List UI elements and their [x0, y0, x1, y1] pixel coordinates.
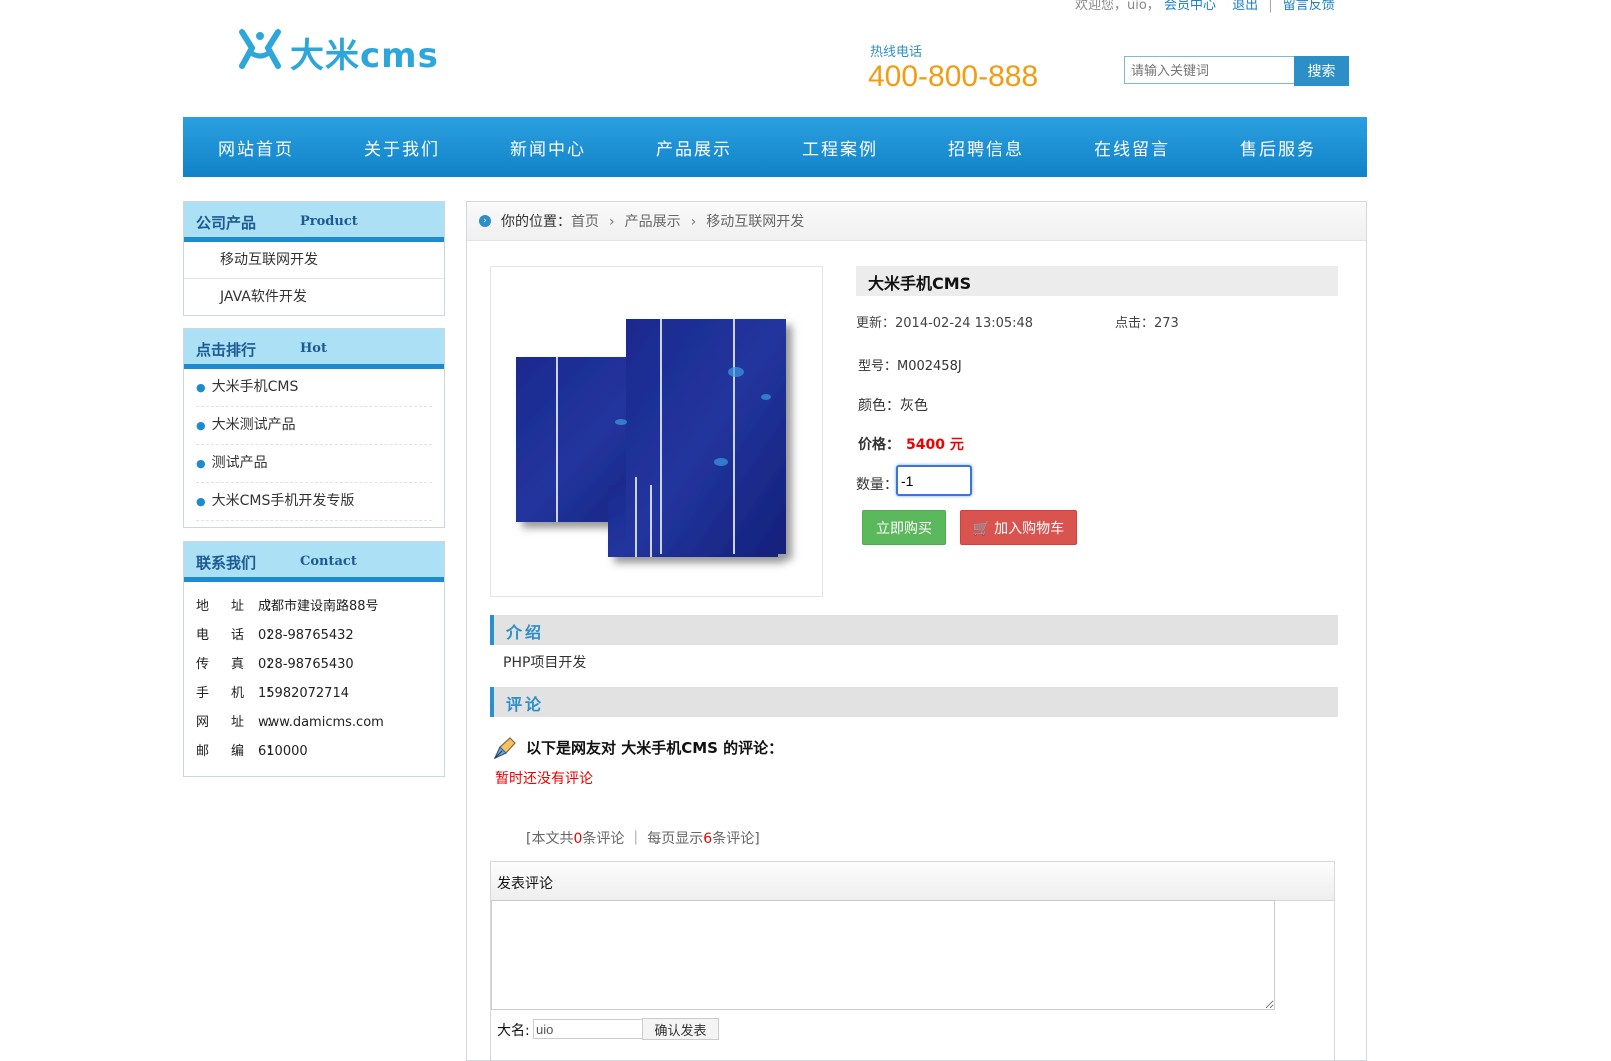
- product-hits: 点击：273: [1115, 316, 1179, 331]
- chevron-right-icon: ›: [690, 214, 697, 230]
- nav-cases[interactable]: 工程案例: [767, 135, 913, 160]
- product-image[interactable]: [491, 267, 822, 596]
- nav-news[interactable]: 新闻中心: [475, 135, 621, 160]
- product-model: 型号：M002458J: [858, 359, 962, 374]
- breadcrumb-home[interactable]: 首页: [571, 214, 599, 230]
- sidebar-products-header: 公司产品 Product: [184, 202, 444, 242]
- nav-message[interactable]: 在线留言: [1059, 135, 1205, 160]
- submit-comment-button[interactable]: 确认发表: [642, 1018, 719, 1040]
- comment-stats: [本文共0条评论 ｜ 每页显示6条评论]: [526, 831, 760, 847]
- logo-text[interactable]: 大米cms: [290, 28, 439, 77]
- bullet-icon: ●: [196, 381, 206, 394]
- comments-section-bar: 评论: [490, 687, 1338, 717]
- breadcrumb-category[interactable]: 移动互联网开发: [706, 214, 804, 230]
- add-to-cart-button[interactable]: 🛒 加入购物车: [960, 510, 1077, 545]
- nav-service[interactable]: 售后服务: [1205, 135, 1351, 160]
- cart-icon: 🛒: [972, 519, 991, 536]
- sidebar-product-item[interactable]: JAVA软件开发: [184, 279, 444, 315]
- chevron-right-icon: ›: [609, 214, 615, 230]
- sidebar-contact-title-en: Contact: [300, 554, 357, 569]
- sidebar-contact-header: 联系我们 Contact: [184, 542, 444, 582]
- hot-item-label[interactable]: 大米手机CMS: [212, 379, 299, 395]
- hot-list-item[interactable]: ● 大米测试产品: [196, 407, 432, 445]
- circle-arrow-icon: ›: [479, 215, 491, 227]
- product-update-time: 更新：2014-02-24 13:05:48: [856, 316, 1034, 331]
- sidebar-hot-title-en: Hot: [300, 341, 327, 356]
- logo-icon: [239, 29, 281, 69]
- product-color: 颜色：灰色: [858, 398, 928, 414]
- welcome-text: 欢迎您，uio，: [1075, 0, 1160, 13]
- comment-textarea[interactable]: [491, 900, 1275, 1010]
- nav-jobs[interactable]: 招聘信息: [913, 135, 1059, 160]
- bullet-icon: ●: [196, 495, 206, 508]
- feedback-link[interactable]: 留言反馈: [1283, 0, 1335, 13]
- contact-mobile: 手机：15982072714: [196, 686, 349, 701]
- product-title: 大米手机CMS: [868, 274, 972, 293]
- sidebar-products: 公司产品 Product 移动互联网开发 JAVA软件开发: [183, 201, 445, 316]
- contact-website: 网址：www.damicms.com: [196, 715, 384, 730]
- intro-heading: 介绍: [506, 623, 545, 642]
- sidebar-hot: 点击排行 Hot ● 大米手机CMS ● 大米测试产品 ● 测试产品 ● 大米CMS手机…: [183, 328, 445, 528]
- sidebar-hot-title: 点击排行: [196, 341, 257, 359]
- logout-link[interactable]: 退出: [1232, 0, 1258, 13]
- hot-list-item[interactable]: ● 大米手机CMS: [196, 369, 432, 407]
- sidebar-contact: 联系我们 Contact 地址：成都市建设南路88号 电话：028-987654…: [183, 541, 445, 777]
- contact-fax: 传真：028-98765430: [196, 657, 354, 672]
- hotline-label: 热线电话: [870, 45, 923, 60]
- name-label: 大名:: [497, 1023, 530, 1039]
- quantity-label: 数量：: [856, 477, 898, 493]
- search-button[interactable]: 搜索: [1294, 56, 1349, 86]
- divider: |: [1268, 0, 1273, 13]
- hot-item-label[interactable]: 大米CMS手机开发专版: [212, 493, 355, 509]
- comment-form-title: 发表评论: [497, 876, 553, 892]
- contact-postcode: 邮编：610000: [196, 744, 308, 759]
- contact-address: 地址：成都市建设南路88号: [196, 599, 379, 614]
- main-nav: 网站首页 关于我们 新闻中心 产品展示 工程案例 招聘信息 在线留言 售后服务: [183, 117, 1367, 177]
- breadcrumb-products[interactable]: 产品展示: [625, 214, 681, 230]
- intro-text: PHP项目开发: [503, 655, 587, 671]
- hot-list-item[interactable]: ● 大米CMS手机开发专版: [196, 483, 432, 521]
- comments-title: 以下是网友对 大米手机CMS 的评论：: [526, 739, 784, 757]
- add-to-cart-label: 加入购物车: [994, 519, 1065, 536]
- hot-item-label[interactable]: 测试产品: [212, 455, 268, 471]
- bullet-icon: ●: [196, 457, 206, 470]
- nav-about[interactable]: 关于我们: [329, 135, 475, 160]
- buy-now-button[interactable]: 立即购买: [862, 510, 946, 545]
- product-price: 5400 元: [906, 437, 964, 453]
- comments-per-page: 6: [703, 831, 713, 847]
- hot-list-item[interactable]: ● 测试产品: [196, 445, 432, 483]
- product-image-frame: [490, 266, 823, 597]
- sidebar-product-item[interactable]: 移动互联网开发: [184, 242, 444, 279]
- sidebar-products-title-en: Product: [300, 214, 358, 229]
- top-bar: 欢迎您，uio， 会员中心 退出 | 留言反馈: [1075, 0, 1335, 13]
- breadcrumb-label: 你的位置：: [501, 214, 571, 230]
- no-comments-text: 暂时还没有评论: [495, 771, 593, 787]
- sidebar-contact-title: 联系我们: [196, 554, 257, 572]
- intro-section-bar: 介绍: [490, 615, 1338, 645]
- bullet-icon: ●: [196, 419, 206, 432]
- product-price-label: 价格：: [858, 437, 900, 453]
- name-input[interactable]: [533, 1019, 643, 1039]
- comment-form-header: [491, 862, 1334, 901]
- quantity-input[interactable]: [896, 465, 972, 496]
- pen-icon: [493, 737, 516, 760]
- sidebar-products-title: 公司产品: [196, 214, 257, 232]
- sidebar-hot-header: 点击排行 Hot: [184, 329, 444, 369]
- member-center-link[interactable]: 会员中心: [1164, 0, 1216, 13]
- nav-products[interactable]: 产品展示: [621, 135, 767, 160]
- contact-phone: 电话：028-98765432: [196, 628, 354, 643]
- nav-home[interactable]: 网站首页: [183, 135, 329, 160]
- hotline-number: 400-800-888: [868, 60, 1039, 93]
- hot-item-label[interactable]: 大米测试产品: [212, 417, 296, 433]
- search-input[interactable]: [1124, 56, 1295, 84]
- breadcrumb: 你的位置：首页 › 产品展示 › 移动互联网开发: [501, 211, 804, 231]
- comments-heading: 评论: [506, 695, 545, 714]
